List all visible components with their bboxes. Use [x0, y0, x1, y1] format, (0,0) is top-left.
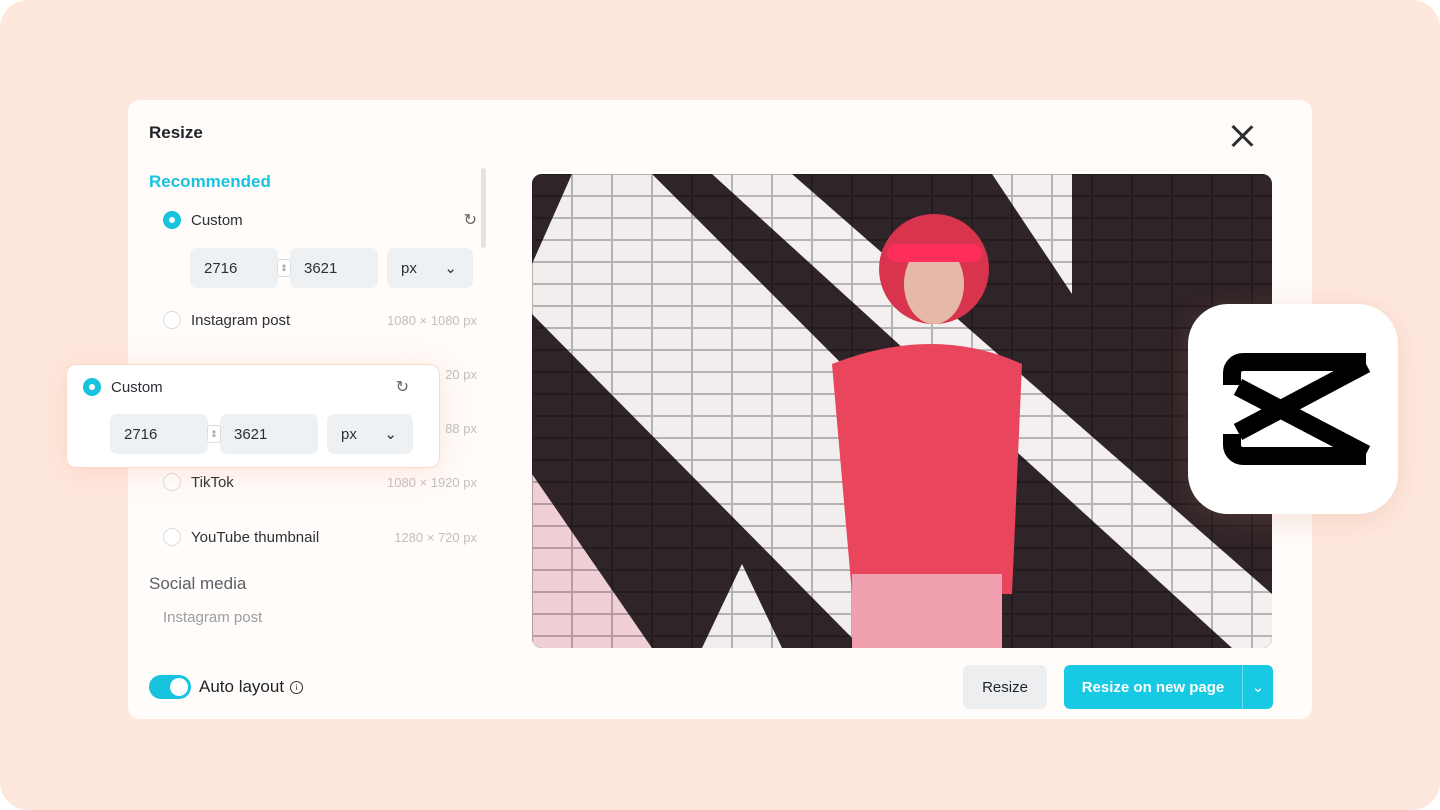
resize-button[interactable]: Resize	[963, 665, 1047, 709]
unit-select[interactable]: px ⌄	[387, 248, 473, 288]
preset-label: Custom	[191, 211, 243, 229]
unit-value: px	[401, 259, 417, 277]
reset-icon[interactable]: ↻	[464, 210, 477, 230]
preset-custom-zoomed[interactable]: Custom ↻	[83, 376, 409, 398]
auto-layout-toggle[interactable]	[149, 675, 191, 699]
preset-size: 20 px	[445, 366, 477, 382]
radio-selected[interactable]	[83, 378, 101, 396]
preset-custom[interactable]: Custom ↻	[163, 209, 477, 231]
radio-selected[interactable]	[163, 211, 181, 229]
radio[interactable]	[163, 311, 181, 329]
chevron-down-icon: ⌄	[444, 260, 457, 277]
scrollbar[interactable]	[481, 168, 486, 248]
social-item[interactable]: Instagram post	[163, 609, 262, 626]
lock-ratio-icon[interactable]: ⇕	[277, 259, 291, 277]
preset-size: 88 px	[445, 420, 477, 436]
reset-icon[interactable]: ↻	[396, 377, 409, 397]
radio[interactable]	[163, 528, 181, 546]
preset-size: 1280 × 720 px	[394, 529, 477, 545]
dialog-title: Resize	[149, 123, 203, 142]
unit-value: px	[341, 425, 357, 443]
preset-instagram[interactable]: Instagram post 1080 × 1080 px	[163, 309, 477, 331]
section-social-media: Social media	[149, 574, 247, 593]
section-recommended: Recommended	[149, 172, 271, 191]
custom-size-popup: Custom ↻ 2716 ⇕ 3621 px ⌄	[66, 364, 440, 468]
preview-image	[532, 174, 1272, 648]
close-icon[interactable]	[1228, 122, 1256, 150]
preset-tiktok[interactable]: TikTok 1080 × 1920 px	[163, 471, 477, 493]
preset-label: Custom	[111, 378, 163, 396]
preset-label: YouTube thumbnail	[191, 528, 320, 546]
height-input[interactable]: 3621	[220, 414, 318, 454]
info-icon[interactable]: i	[290, 680, 304, 694]
chevron-down-icon[interactable]: ⌄	[1242, 665, 1273, 709]
auto-layout-label: Auto layout i	[199, 677, 304, 697]
radio[interactable]	[163, 473, 181, 491]
preset-youtube[interactable]: YouTube thumbnail 1280 × 720 px	[163, 526, 477, 548]
unit-select[interactable]: px ⌄	[327, 414, 413, 454]
width-input[interactable]: 2716	[110, 414, 208, 454]
preset-label: TikTok	[191, 473, 234, 491]
lock-ratio-icon[interactable]: ⇕	[207, 425, 221, 443]
preset-size: 1080 × 1920 px	[387, 474, 477, 490]
chevron-down-icon: ⌄	[384, 426, 397, 443]
height-input[interactable]: 3621	[290, 248, 378, 288]
capcut-logo	[1188, 304, 1398, 514]
preset-size: 1080 × 1080 px	[387, 312, 477, 328]
preset-label: Instagram post	[191, 311, 291, 329]
width-input[interactable]: 2716	[190, 248, 278, 288]
auto-layout-text: Auto layout	[199, 677, 285, 696]
resize-on-new-page-button[interactable]: Resize on new page	[1064, 665, 1242, 709]
